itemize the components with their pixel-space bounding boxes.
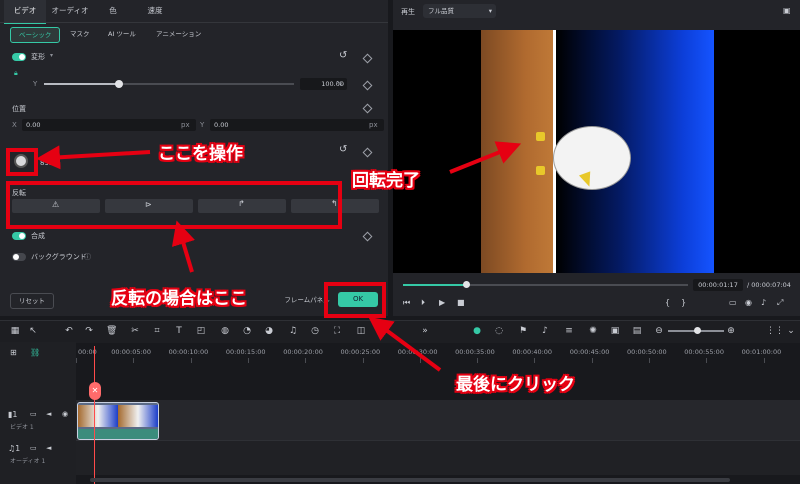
arrow-to-ok xyxy=(368,316,442,372)
annotation-flip-here: 反転の場合はここ xyxy=(111,289,247,309)
arrow-to-rotate xyxy=(36,145,151,170)
arrow-to-video xyxy=(449,141,522,174)
annotation-rotation-done: 回転完了 xyxy=(352,171,420,191)
annotation-click-last: 最後にクリック xyxy=(456,375,575,395)
arrow-to-flip xyxy=(171,220,195,273)
annotation-operate-here: ここを操作 xyxy=(158,144,243,164)
annotation-arrows xyxy=(36,141,522,372)
